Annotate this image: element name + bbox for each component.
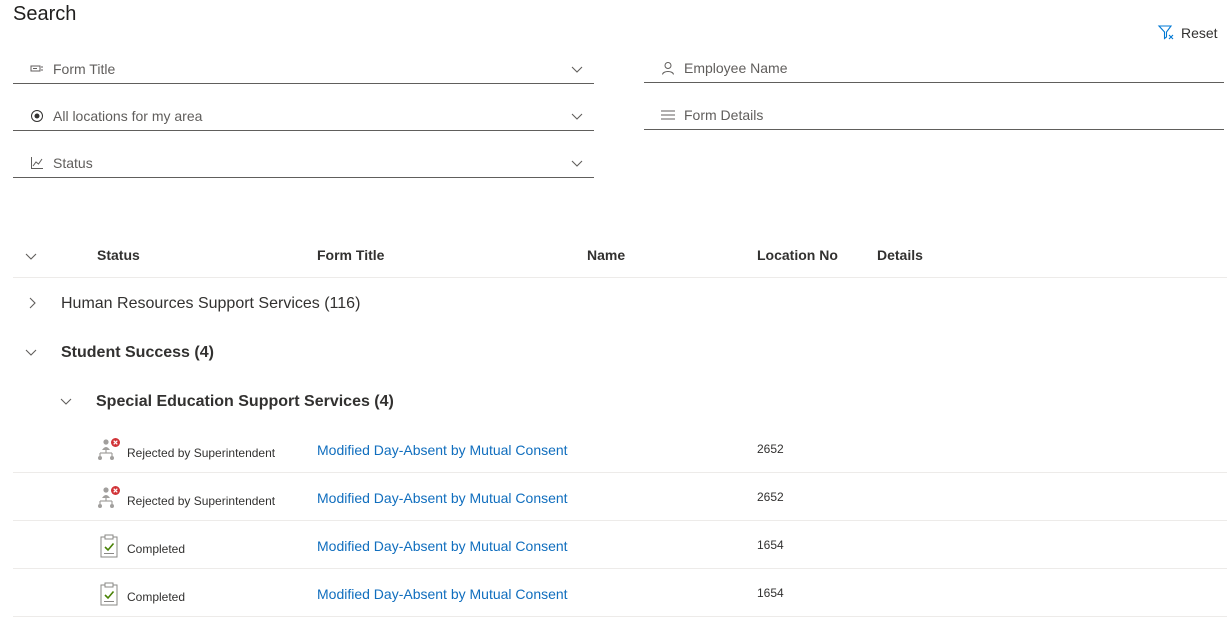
group-label: Student Success (4) (61, 344, 214, 361)
person-icon (660, 60, 676, 76)
group-header-student-success[interactable]: Student Success (4) (13, 342, 613, 364)
group-label: Human Resources Support Services (116) (61, 295, 361, 312)
form-details-placeholder: Form Details (684, 106, 764, 123)
location-no: 1654 (757, 538, 784, 552)
chevron-down-icon (571, 66, 583, 73)
rejected-approval-icon (97, 485, 121, 511)
location-label: All locations for my area (53, 107, 203, 124)
form-title-link[interactable]: Modified Day-Absent by Mutual Consent (317, 442, 575, 458)
radio-target-icon (29, 108, 45, 124)
reset-button[interactable]: Reset (1157, 23, 1218, 43)
status-text: Completed (127, 590, 186, 604)
chevron-down-icon[interactable] (59, 394, 73, 408)
column-header-details[interactable]: Details (877, 247, 923, 263)
form-title-link[interactable]: Modified Day-Absent by Mutual Consent (317, 586, 575, 602)
filter-clear-icon (1157, 23, 1175, 44)
location-no: 2652 (757, 490, 784, 504)
group-header-hr[interactable]: Human Resources Support Services (116) (13, 293, 613, 315)
completed-checklist-icon (97, 533, 121, 559)
chevron-down-icon (571, 160, 583, 167)
status-dropdown[interactable]: Status (13, 148, 594, 178)
location-no: 1654 (757, 586, 784, 600)
form-title-dropdown[interactable]: Form Title (13, 54, 594, 84)
form-details-field[interactable]: Form Details (644, 100, 1224, 130)
subgroup-header-special-education[interactable]: Special Education Support Services (4) (13, 391, 613, 413)
reset-label: Reset (1181, 25, 1218, 41)
column-header-location-no[interactable]: Location No (757, 247, 838, 263)
grid-header: Status Form Title Name Location No Detai… (13, 234, 1227, 278)
form-title-link[interactable]: Modified Day-Absent by Mutual Consent (317, 490, 575, 506)
status-text: Rejected by Superintendent (127, 446, 276, 460)
form-title-label: Form Title (53, 60, 116, 77)
location-dropdown[interactable]: All locations for my area (13, 101, 594, 131)
status-text: Rejected by Superintendent (127, 494, 276, 508)
collapse-all-chevron-icon[interactable] (24, 249, 38, 263)
column-header-form-title[interactable]: Form Title (317, 247, 384, 263)
completed-checklist-icon (97, 581, 121, 607)
chevron-right-icon[interactable] (25, 296, 39, 310)
column-header-status[interactable]: Status (97, 247, 140, 263)
status-label: Status (53, 154, 93, 171)
table-row[interactable]: Rejected by Superintendent Modified Day-… (13, 425, 1227, 473)
form-title-link[interactable]: Modified Day-Absent by Mutual Consent (317, 538, 575, 554)
chart-icon (29, 155, 45, 171)
page-title: Search (13, 3, 77, 25)
form-icon (29, 61, 45, 77)
chevron-down-icon[interactable] (24, 345, 38, 359)
location-no: 2652 (757, 442, 784, 456)
table-row[interactable]: Completed Modified Day-Absent by Mutual … (13, 569, 1227, 617)
chevron-down-icon (571, 113, 583, 120)
lines-icon (660, 107, 676, 123)
subgroup-label: Special Education Support Services (4) (96, 393, 394, 410)
employee-name-field[interactable]: Employee Name (644, 53, 1224, 83)
table-row[interactable]: Rejected by Superintendent Modified Day-… (13, 473, 1227, 521)
status-text: Completed (127, 542, 186, 556)
column-header-name[interactable]: Name (587, 247, 625, 263)
table-row[interactable]: Completed Modified Day-Absent by Mutual … (13, 521, 1227, 569)
rejected-approval-icon (97, 437, 121, 463)
employee-name-placeholder: Employee Name (684, 59, 788, 76)
